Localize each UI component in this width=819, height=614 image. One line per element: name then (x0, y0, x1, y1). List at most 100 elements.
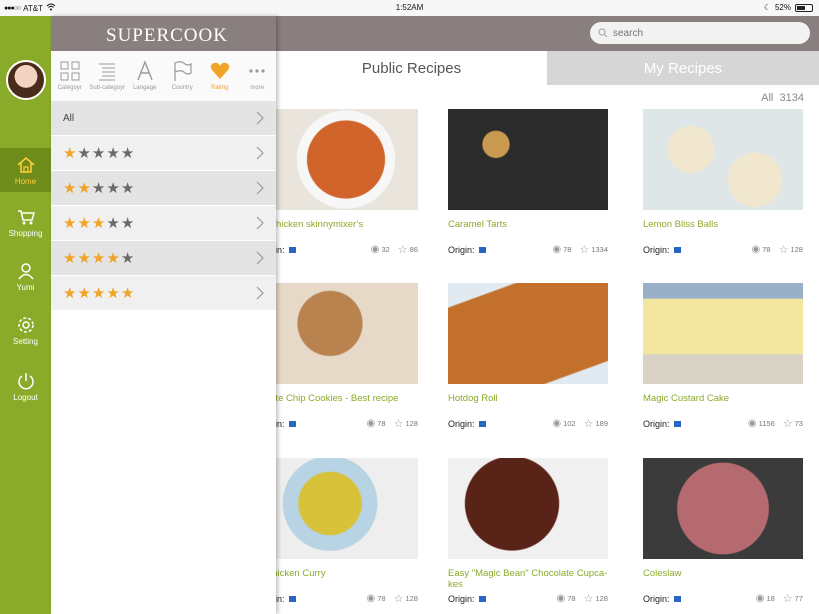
rating-list: All ★★★★★ ★★★★★ ★★★★★ ★★★★★ ★★★★★ (51, 101, 276, 311)
tab-public-recipes[interactable]: Public Recipes (276, 51, 547, 85)
star-outline-icon[interactable]: ☆ (394, 417, 404, 430)
eye-icon: ◉ (552, 418, 562, 429)
star-icon: ★ (106, 284, 120, 302)
recipe-card[interactable]: er Chicken skinnymixer’s Origin: ◉ 32 ☆ … (258, 109, 418, 256)
star-outline-icon[interactable]: ☆ (584, 592, 594, 605)
search-bar[interactable] (590, 22, 810, 44)
recipe-title[interactable]: Caramel Tarts (448, 219, 608, 243)
rail-home[interactable]: Home (0, 148, 51, 192)
star-icon: ★ (77, 249, 91, 267)
recipe-card[interactable]: Easy "Magic Bean" Chocolate Cupca-kes Or… (448, 458, 608, 605)
gear-icon (17, 316, 34, 333)
filter-rating[interactable]: Rating (201, 51, 239, 101)
recipe-meta: Origin: ◉ 78 ☆ 128 (258, 417, 418, 430)
recipe-image[interactable] (448, 109, 608, 210)
star-icon: ★ (63, 214, 77, 232)
rail-profile-label: Yumi (16, 282, 35, 292)
rating-row-all[interactable]: All (51, 101, 276, 136)
chevron-right-icon (256, 111, 264, 125)
rail-profile[interactable]: Yumi (0, 254, 51, 298)
avatar[interactable] (6, 60, 46, 100)
star-icon: ★ (106, 144, 120, 162)
recipe-card[interactable]: Magic Custard Cake Origin: ◉ 1156 ☆ 73 (643, 283, 803, 430)
view-count: 78 (377, 594, 386, 603)
star-count: 128 (595, 594, 608, 603)
filter-more-label: more (250, 85, 265, 91)
rating-stars: ★★★★★ (63, 144, 135, 163)
recipe-image[interactable] (258, 283, 418, 384)
star-outline-icon[interactable]: ☆ (779, 243, 789, 256)
recipe-title[interactable]: Easy "Magic Bean" Chocolate Cupca-kes (448, 568, 608, 592)
country-flag-icon (478, 420, 486, 427)
star-icon: ★ (120, 249, 135, 267)
star-outline-icon[interactable]: ☆ (398, 243, 408, 256)
recipe-card[interactable]: Hotdog Roll Origin: ◉ 102 ☆ 189 (448, 283, 608, 430)
star-outline-icon[interactable]: ☆ (584, 417, 594, 430)
recipe-title[interactable]: Magic Custard Cake (643, 393, 803, 417)
origin-label: Origin: (448, 244, 475, 255)
filter-language[interactable]: Langage (126, 51, 164, 101)
rating-row-4[interactable]: ★★★★★ (51, 241, 276, 276)
rail-logout[interactable]: Logout (0, 364, 51, 408)
star-icon: ★ (106, 214, 120, 232)
heart-icon (210, 62, 229, 79)
country-flag-icon (288, 420, 296, 427)
country-flag-icon (478, 595, 486, 602)
recipe-image[interactable] (448, 458, 608, 559)
drawer-header: SUPERCOOK (51, 16, 276, 51)
search-input[interactable] (613, 27, 793, 39)
star-count: 128 (790, 245, 803, 254)
recipe-image[interactable] (258, 458, 418, 559)
recipe-meta: Origin: ◉ 78 ☆ 128 (448, 592, 608, 605)
status-time: 1:52AM (395, 3, 424, 12)
rating-row-5[interactable]: ★★★★★ (51, 276, 276, 311)
eye-icon: ◉ (556, 593, 566, 604)
recipe-title[interactable]: Hotdog Roll (448, 393, 608, 417)
filter-subcategory[interactable]: Sub-categoyr (89, 51, 127, 101)
left-rail: Home Shopping Yumi Setting Logout (0, 16, 51, 614)
star-outline-icon[interactable]: ☆ (783, 592, 793, 605)
recipe-title[interactable]: Lemon Bliss Balls (643, 219, 803, 243)
count-value: 3134 (779, 92, 804, 104)
star-outline-icon[interactable]: ☆ (394, 592, 404, 605)
recipe-image[interactable] (643, 109, 803, 210)
recipe-title[interactable]: y Chicken Curry (258, 568, 418, 592)
recipe-title[interactable]: er Chicken skinnymixer’s (258, 219, 418, 243)
star-icon: ★ (120, 284, 135, 302)
filter-category[interactable]: Categoyr (51, 51, 89, 101)
country-flag-icon (673, 246, 681, 253)
battery-icon (795, 3, 813, 12)
tab-my-recipes[interactable]: My Recipes (547, 51, 819, 85)
rating-row-1[interactable]: ★★★★★ (51, 136, 276, 171)
recipe-card[interactable]: Caramel Tarts Origin: ◉ 78 ☆ 1334 (448, 109, 608, 256)
recipe-image[interactable] (643, 458, 803, 559)
rating-row-2[interactable]: ★★★★★ (51, 171, 276, 206)
recipe-image[interactable] (258, 109, 418, 210)
recipe-image[interactable] (448, 283, 608, 384)
recipe-meta: Origin: ◉ 18 ☆ 77 (643, 592, 803, 605)
recipe-image[interactable] (643, 283, 803, 384)
recipe-card[interactable]: colate Chip Cookies - Best recipe Origin… (258, 283, 418, 430)
star-icon: ★ (120, 214, 135, 232)
rail-setting-label: Setting (13, 336, 38, 346)
recipe-card[interactable]: Lemon Bliss Balls Origin: ◉ 78 ☆ 128 (643, 109, 803, 256)
star-outline-icon[interactable]: ☆ (579, 243, 589, 256)
filter-more[interactable]: more (239, 51, 277, 101)
rating-row-3[interactable]: ★★★★★ (51, 206, 276, 241)
recipe-card[interactable]: y Chicken Curry Origin: ◉ 78 ☆ 128 (258, 458, 418, 605)
recipe-card[interactable]: Coleslaw Origin: ◉ 18 ☆ 77 (643, 458, 803, 605)
rating-stars: ★★★★★ (63, 284, 135, 303)
recipe-title[interactable]: colate Chip Cookies - Best recipe (258, 393, 418, 417)
star-outline-icon[interactable]: ☆ (783, 417, 793, 430)
view-count: 78 (567, 594, 576, 603)
eye-icon: ◉ (755, 593, 765, 604)
chevron-right-icon (256, 251, 264, 265)
letter-a-icon (137, 60, 153, 81)
recipe-title[interactable]: Coleslaw (643, 568, 803, 592)
star-icon: ★ (63, 179, 77, 197)
rail-shopping[interactable]: Shopping (0, 200, 51, 244)
rail-setting[interactable]: Setting (0, 308, 51, 352)
country-flag-icon (673, 595, 681, 602)
count-label: All (761, 92, 774, 104)
filter-country[interactable]: Country (164, 51, 202, 101)
